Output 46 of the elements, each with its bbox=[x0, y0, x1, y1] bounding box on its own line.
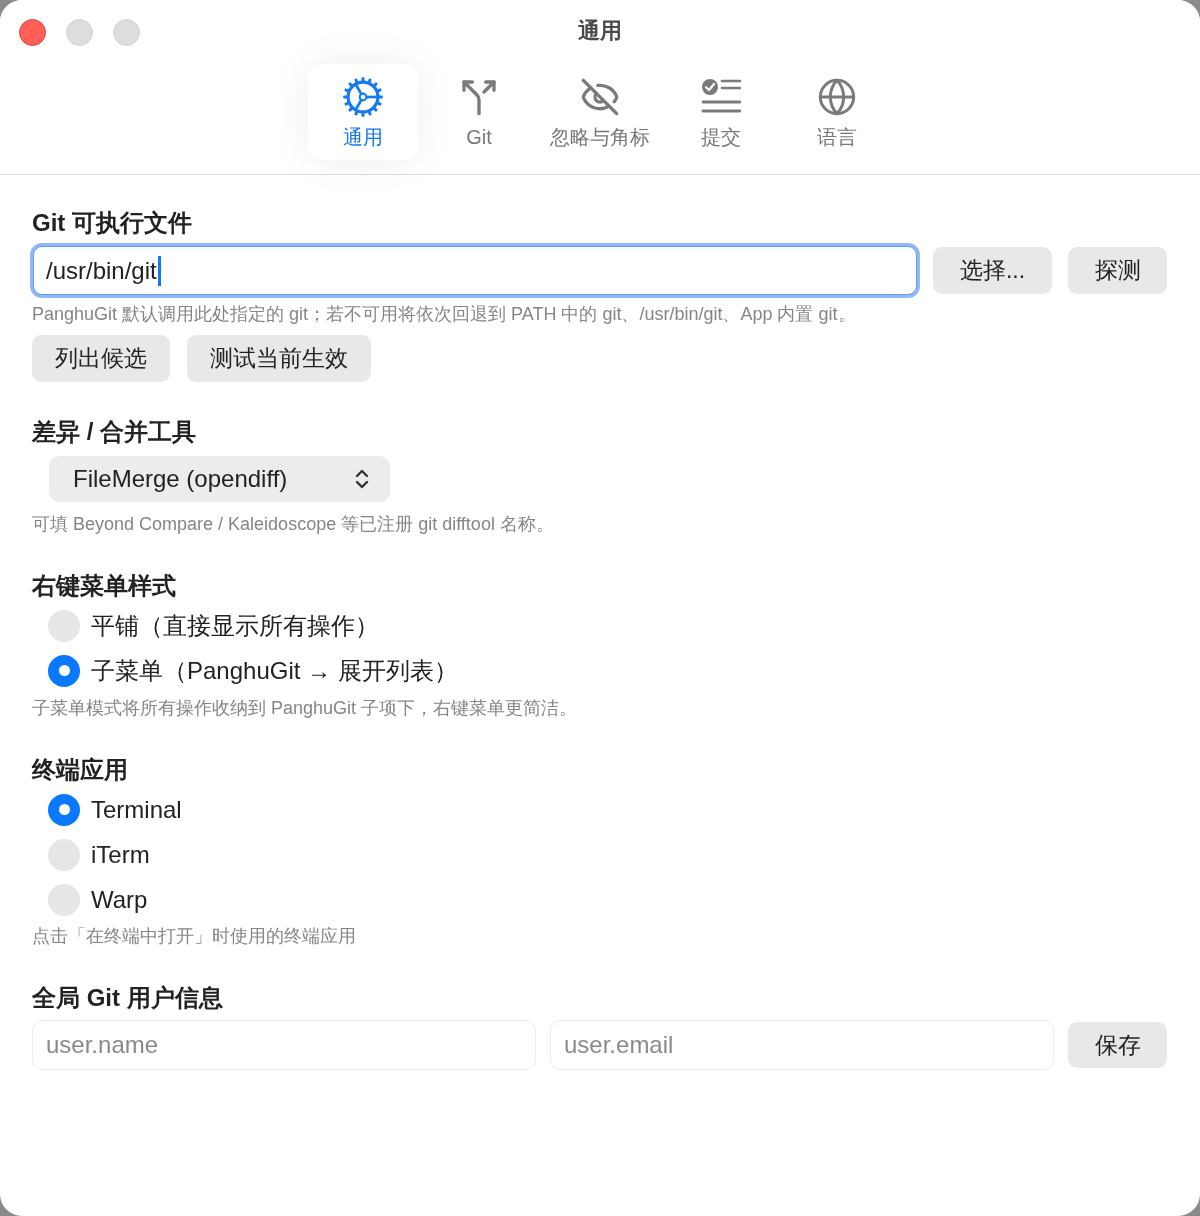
text-cursor-icon bbox=[157, 255, 161, 286]
section-heading: Git 可执行文件 bbox=[32, 208, 193, 238]
action-button[interactable]: 测试当前生效 bbox=[187, 335, 371, 382]
radio-button[interactable] bbox=[48, 654, 80, 687]
window-title: 通用 bbox=[578, 17, 622, 45]
tab-label: 忽略与角标 bbox=[550, 125, 650, 150]
toolbar-button[interactable]: 探测 bbox=[1068, 247, 1167, 294]
section-heading: 终端应用 bbox=[32, 755, 129, 785]
toolbar-button[interactable]: 选择... bbox=[933, 247, 1052, 294]
radio-button[interactable] bbox=[48, 883, 80, 916]
radio-label: Warp bbox=[91, 885, 148, 914]
select-value: FileMerge (opendiff) bbox=[73, 465, 288, 493]
radio-button[interactable] bbox=[48, 609, 80, 642]
section-heading: 差异 / 合并工具 bbox=[32, 417, 197, 447]
radio-button[interactable] bbox=[48, 838, 80, 871]
hint-text: 子菜单模式将所有操作收纳到 PanghuGit 子项下，右键菜单更简洁。 bbox=[32, 697, 579, 720]
tab-label: 通用 bbox=[343, 125, 383, 150]
toolbar-tab[interactable]: 通用 bbox=[308, 64, 418, 160]
toolbar-tab[interactable]: 忽略与角标 bbox=[540, 64, 660, 160]
radio-button[interactable] bbox=[48, 793, 80, 826]
tab-label: Git bbox=[466, 125, 492, 150]
tab-label: 提交 bbox=[701, 125, 741, 150]
section-heading: 右键菜单样式 bbox=[32, 571, 177, 601]
radio-label: iTerm bbox=[91, 840, 150, 869]
save-button[interactable]: 保存 bbox=[1068, 1022, 1167, 1068]
eye-slash-icon bbox=[580, 77, 620, 117]
branch-arrows-icon bbox=[459, 77, 499, 117]
globe-icon bbox=[817, 77, 857, 117]
close-button[interactable] bbox=[19, 18, 46, 46]
section-heading: 全局 Git 用户信息 bbox=[32, 983, 224, 1013]
git-path-field[interactable]: /usr/bin/git bbox=[33, 246, 917, 295]
radio-label: Terminal bbox=[91, 795, 182, 824]
action-button[interactable]: 列出候选 bbox=[32, 335, 170, 382]
minimize-button[interactable] bbox=[66, 18, 93, 46]
toolbar-tab[interactable]: 语言 bbox=[782, 64, 892, 160]
gear-icon bbox=[342, 76, 384, 118]
hint-text: 点击「在终端中打开」时使用的终端应用 bbox=[32, 925, 357, 948]
radio-label: 子菜单（PanghuGit → 展开列表） bbox=[91, 655, 458, 686]
hint-text: 可填 Beyond Compare / Kaleidoscope 等已注册 git difftool 名称。 bbox=[32, 513, 555, 536]
toolbar-tab[interactable]: 提交 bbox=[666, 64, 776, 160]
diff-tool-select[interactable]: FileMerge (opendiff) bbox=[49, 456, 390, 502]
radio-label: 平铺（直接显示所有操作） bbox=[91, 610, 379, 641]
hint-text: PanghuGit 默认调用此处指定的 git；若不可用将依次回退到 PATH 中的 git、/usr/bin/git、App 内置 git。 bbox=[32, 303, 857, 326]
tab-label: 语言 bbox=[817, 125, 857, 150]
toolbar-tab[interactable]: Git bbox=[424, 64, 534, 160]
zoom-button[interactable] bbox=[113, 18, 140, 46]
